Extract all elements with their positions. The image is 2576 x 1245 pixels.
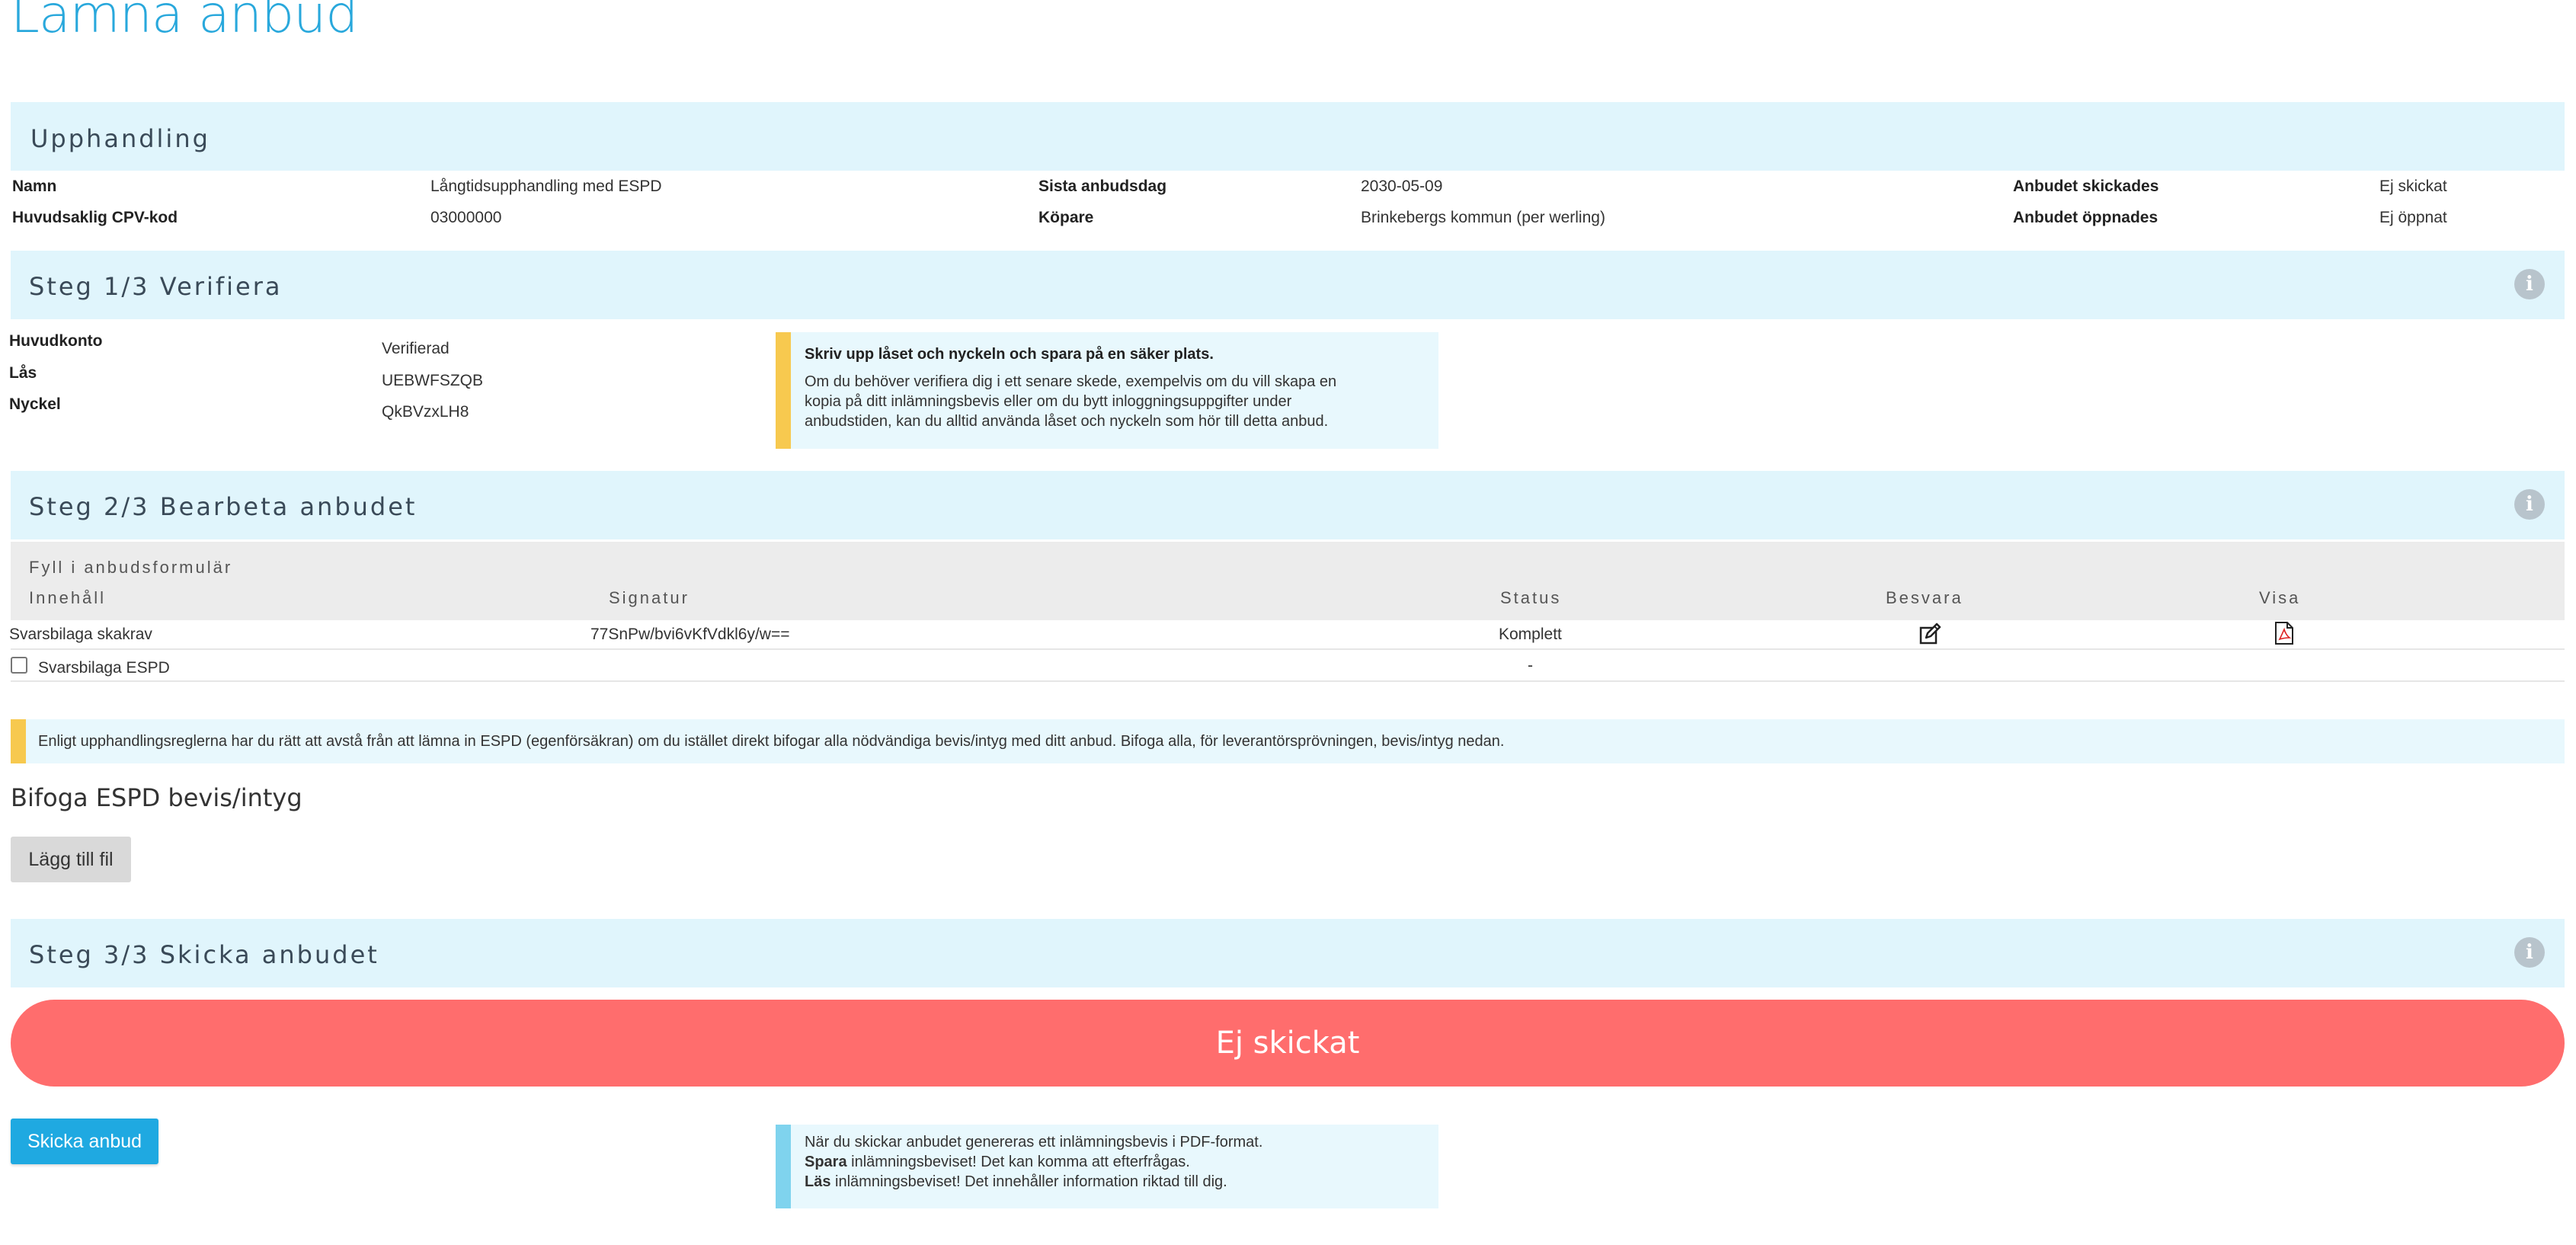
lock-label: Lås <box>9 364 37 382</box>
table-header: Fyll i anbudsformulär Innehåll Signatur … <box>11 542 2565 620</box>
security-note-line3: anbudstiden, kan du alltid använda låset… <box>805 413 1329 430</box>
step1-header-title: Steg 1/3 Verifiera <box>29 272 283 301</box>
column-header-content: Innehåll <box>29 588 107 607</box>
procurement-header: Upphandling <box>11 102 2565 171</box>
sent-label: Anbudet skickades <box>2013 178 2159 195</box>
row2-status: - <box>1528 657 1533 674</box>
row1-content: Svarsbilaga skakrav <box>9 626 152 643</box>
attach-heading: Bifoga ESPD bevis/intyg <box>11 783 302 812</box>
receipt-note-line3-rest: inlämningsbeviset! Det innehåller inform… <box>830 1173 1227 1190</box>
receipt-note: När du skickar anbudet genereras ett inl… <box>776 1125 1438 1208</box>
column-header-status: Status <box>1500 588 1562 607</box>
security-note-line2: kopia på ditt inlämningsbevis eller om d… <box>805 393 1292 410</box>
buyer-label: Köpare <box>1038 209 1094 226</box>
cpv-value: 03000000 <box>430 209 502 226</box>
row2-content: Svarsbilaga ESPD <box>38 659 170 677</box>
warning-bar <box>11 719 26 763</box>
lock-value: UEBWFSZQB <box>382 372 484 389</box>
receipt-note-line2-bold: Spara <box>805 1154 847 1170</box>
page-title: Lämna anbud <box>11 0 358 45</box>
send-status-banner: Ej skickat <box>11 1000 2565 1087</box>
procurement-header-title: Upphandling <box>30 124 210 153</box>
warning-bar <box>776 332 791 449</box>
info-icon[interactable]: i <box>2514 269 2545 299</box>
security-note-title: Skriv upp låset och nyckeln och spara på… <box>805 346 1214 363</box>
deadline-label: Sista anbudsdag <box>1038 178 1167 195</box>
espd-note-text: Enligt upphandlingsreglerna har du rätt … <box>38 733 1505 750</box>
account-label: Huvudkonto <box>9 332 103 350</box>
table-caption: Fyll i anbudsformulär <box>29 558 233 577</box>
opened-label: Anbudet öppnades <box>2013 209 2158 226</box>
step3-header: Steg 3/3 Skicka anbudet i <box>11 919 2565 987</box>
page: Lämna anbud Upphandling Namn Långtidsupp… <box>0 0 2576 1245</box>
account-value: Verifierad <box>382 340 450 357</box>
row1-status: Komplett <box>1499 626 1562 643</box>
info-icon[interactable]: i <box>2514 937 2545 968</box>
column-header-signature: Signatur <box>609 588 690 607</box>
row1-signature: 77SnPw/bvi6vKfVdkl6y/w== <box>590 626 790 643</box>
add-file-button[interactable]: Lägg till fil <box>11 837 131 882</box>
column-header-view: Visa <box>2259 588 2301 607</box>
name-label: Namn <box>12 178 57 195</box>
row-divider <box>11 680 2565 682</box>
receipt-note-line3: Läs inlämningsbeviset! Det innehåller in… <box>805 1172 1227 1192</box>
pdf-icon[interactable] <box>2274 621 2295 649</box>
receipt-note-line2: Spara inlämningsbeviset! Det kan komma a… <box>805 1152 1190 1172</box>
row-divider <box>11 648 2565 650</box>
deadline-value: 2030-05-09 <box>1361 178 1443 195</box>
name-value: Långtidsupphandling med ESPD <box>430 178 662 195</box>
opened-value: Ej öppnat <box>2379 209 2447 226</box>
step2-header: Steg 2/3 Bearbeta anbudet i <box>11 471 2565 539</box>
key-value: QkBVzxLH8 <box>382 403 469 421</box>
step2-header-title: Steg 2/3 Bearbeta anbudet <box>29 492 418 521</box>
column-header-answer: Besvara <box>1886 588 1963 607</box>
step1-header: Steg 1/3 Verifiera i <box>11 251 2565 319</box>
send-bid-button[interactable]: Skicka anbud <box>11 1119 158 1164</box>
cpv-label: Huvudsaklig CPV-kod <box>12 209 178 226</box>
receipt-note-line2-rest: inlämningsbeviset! Det kan komma att eft… <box>846 1154 1190 1170</box>
buyer-value: Brinkebergs kommun (per werling) <box>1361 209 1605 226</box>
espd-note: Enligt upphandlingsreglerna har du rätt … <box>11 719 2565 763</box>
edit-icon[interactable] <box>1918 622 1941 649</box>
key-label: Nyckel <box>9 395 61 413</box>
receipt-note-line3-bold: Läs <box>805 1173 831 1190</box>
info-icon[interactable]: i <box>2514 489 2545 520</box>
step3-header-title: Steg 3/3 Skicka anbudet <box>29 940 379 969</box>
security-note: Skriv upp låset och nyckeln och spara på… <box>776 332 1438 449</box>
espd-checkbox[interactable] <box>11 657 27 674</box>
receipt-note-line1: När du skickar anbudet genereras ett inl… <box>805 1134 1263 1151</box>
sent-value: Ej skickat <box>2379 178 2447 195</box>
security-note-line1: Om du behöver verifiera dig i ett senare… <box>805 373 1337 390</box>
info-bar <box>776 1125 791 1208</box>
